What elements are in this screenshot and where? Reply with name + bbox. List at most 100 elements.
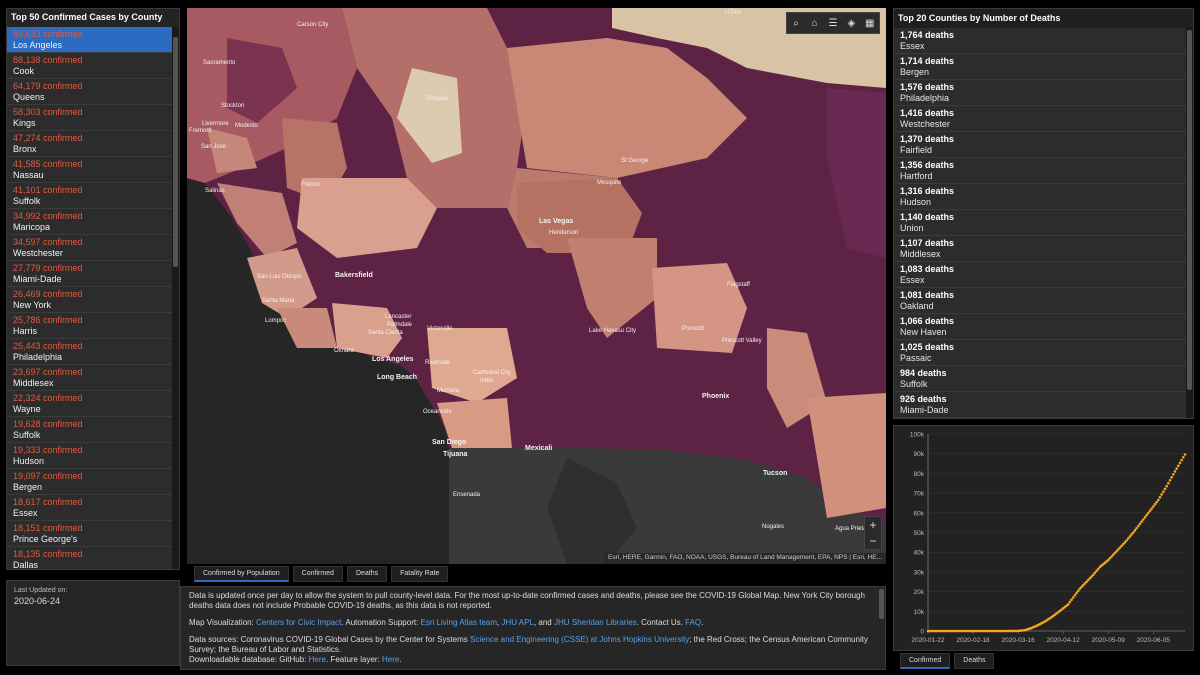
list-item[interactable]: 26,469 confirmed New York [7, 287, 172, 313]
scrollbar[interactable] [1186, 28, 1193, 418]
chart-tabs: Confirmed Deaths [900, 653, 995, 669]
living-atlas-link[interactable]: Esri Living Atlas team [421, 618, 497, 627]
map-label: Santa Clarita [368, 330, 403, 336]
list-item[interactable]: 926 deaths Miami-Dade [894, 392, 1186, 418]
scrollbar-thumb[interactable] [879, 589, 884, 619]
list-item[interactable]: 1,714 deaths Bergen [894, 54, 1186, 80]
list-item[interactable]: 89,633 confirmed Los Angeles [7, 27, 172, 53]
feature-layer-link[interactable]: Here [382, 655, 399, 664]
layers-icon[interactable]: ◈ [843, 18, 859, 29]
list-item[interactable]: 27,779 confirmed Miami-Dade [7, 261, 172, 287]
qr-icon[interactable]: ▦ [862, 18, 878, 29]
list-item[interactable]: 47,274 confirmed Bronx [7, 131, 172, 157]
list-item[interactable]: 19,333 confirmed Hudson [7, 443, 172, 469]
list-item[interactable]: 1,370 deaths Fairfield [894, 132, 1186, 158]
list-item[interactable]: 34,597 confirmed Westchester [7, 235, 172, 261]
github-link[interactable]: Here [309, 655, 326, 664]
panel-title: Top 50 Confirmed Cases by County [7, 9, 179, 27]
list-item[interactable]: 18,151 confirmed Prince George's [7, 521, 172, 547]
list-item[interactable]: 18,135 confirmed Dallas [7, 547, 172, 569]
home-icon[interactable]: ⌂ [807, 18, 823, 29]
list-item-count: 34,597 confirmed [13, 237, 83, 247]
list-item[interactable]: 64,179 confirmed Queens [7, 79, 172, 105]
info-paragraph: Data is updated once per day to allow th… [189, 591, 865, 610]
y-tick-label: 90k [914, 451, 925, 458]
list-item-count: 19,097 confirmed [13, 471, 83, 481]
list-item[interactable]: 1,416 deaths Westchester [894, 106, 1186, 132]
list-item[interactable]: 984 deaths Suffolk [894, 366, 1186, 392]
map-label: Flagstaff [727, 282, 750, 288]
list-item-count: 25,443 confirmed [13, 341, 83, 351]
list-item[interactable]: 1,066 deaths New Haven [894, 314, 1186, 340]
x-tick-label: 2020-05-09 [1092, 637, 1126, 644]
deaths-list[interactable]: 1,764 deaths Essex 1,714 deaths Bergen 1,576… [894, 28, 1186, 418]
list-item[interactable]: 58,303 confirmed Kings [7, 105, 172, 131]
list-item[interactable]: 1,764 deaths Essex [894, 28, 1186, 54]
tab-confirmed-by-population[interactable]: Confirmed by Population [194, 566, 289, 582]
list-item[interactable]: 1,316 deaths Hudson [894, 184, 1186, 210]
jhu-libraries-link[interactable]: JHU Sheridan Libraries [554, 618, 637, 627]
list-item-count: 22,324 confirmed [13, 393, 83, 403]
scrollbar-thumb[interactable] [1187, 30, 1192, 390]
map-label: Cathedral City [473, 370, 512, 376]
tab-confirmed[interactable]: Confirmed [292, 566, 343, 582]
list-item[interactable]: 1,083 deaths Essex [894, 262, 1186, 288]
list-item-county: Harris [13, 326, 37, 336]
confirmed-cases-list[interactable]: 89,633 confirmed Los Angeles 88,138 confir… [7, 27, 172, 569]
confirmed-cases-panel: Top 50 Confirmed Cases by County 89,633 … [6, 8, 180, 570]
x-tick-label: 2020-04-12 [1047, 637, 1081, 644]
panel-title: Top 20 Counties by Number of Deaths [898, 13, 1061, 23]
map-label: Palmdale [387, 322, 413, 328]
list-item[interactable]: 25,786 confirmed Harris [7, 313, 172, 339]
list-item[interactable]: 25,443 confirmed Philadelphia [7, 339, 172, 365]
list-icon[interactable]: ☰ [825, 18, 841, 29]
scrollbar[interactable] [172, 27, 179, 569]
cases-chart[interactable]: 0 10k 20k 30k 40k 50k 60k 70k 80k 90k 100k 2020-01-… [894, 426, 1195, 652]
list-item[interactable]: 41,101 confirmed Suffolk [7, 183, 172, 209]
centers-civic-impact-link[interactable]: Centers for Civic Impact [256, 618, 341, 627]
data-point [1170, 476, 1173, 479]
list-item[interactable]: 1,356 deaths Hartford [894, 158, 1186, 184]
zoom-out-button[interactable]: − [865, 533, 881, 549]
list-item-count: 1,025 deaths [900, 342, 955, 352]
data-point [1153, 503, 1157, 506]
jhu-apl-link[interactable]: JHU APL [501, 618, 533, 627]
list-item[interactable]: 1,576 deaths Philadelphia [894, 80, 1186, 106]
list-item[interactable]: 19,628 confirmed Suffolk [7, 417, 172, 443]
list-item[interactable]: 19,097 confirmed Bergen [7, 469, 172, 495]
list-item[interactable]: 88,138 confirmed Cook [7, 53, 172, 79]
scrollbar-thumb[interactable] [173, 37, 178, 267]
tab-chart-confirmed[interactable]: Confirmed [900, 653, 951, 669]
y-tick-label: 40k [914, 550, 925, 557]
info-sources: Data sources: Coronavirus COVID-19 Globa… [189, 635, 877, 665]
map-label: Oxnard [334, 348, 354, 354]
zoom-in-button[interactable]: + [865, 517, 881, 533]
choropleth-map[interactable] [187, 8, 886, 564]
tab-deaths[interactable]: Deaths [346, 566, 388, 582]
map-label: Tonopah [425, 96, 449, 102]
data-point [1138, 522, 1142, 526]
list-item[interactable]: 34,992 confirmed Maricopa [7, 209, 172, 235]
list-item[interactable]: 1,140 deaths Union [894, 210, 1186, 236]
list-item[interactable]: 22,324 confirmed Wayne [7, 391, 172, 417]
y-tick-label: 20k [914, 589, 925, 596]
search-icon[interactable]: ⌕ [788, 18, 804, 29]
data-point [1068, 600, 1072, 604]
list-item[interactable]: 1,107 deaths Middlesex [894, 236, 1186, 262]
list-item-county: Bronx [13, 144, 37, 154]
faq-link[interactable]: FAQ [685, 618, 701, 627]
list-item[interactable]: 1,081 deaths Oakland [894, 288, 1186, 314]
list-item[interactable]: 23,697 confirmed Middlesex [7, 365, 172, 391]
list-item-county: Queens [13, 92, 45, 102]
data-point [1156, 498, 1160, 502]
list-item[interactable]: 41,585 confirmed Nassau [7, 157, 172, 183]
tab-fatality-rate[interactable]: Fatality Rate [391, 566, 449, 582]
list-item[interactable]: 1,025 deaths Passaic [894, 340, 1186, 366]
csse-link[interactable]: Science and Engineering (CSSE) at Johns … [470, 635, 689, 644]
data-point [1141, 518, 1145, 521]
list-item-county: Suffolk [13, 196, 41, 206]
list-item-county: Middlesex [900, 249, 941, 259]
list-item[interactable]: 18,617 confirmed Essex [7, 495, 172, 521]
map-view[interactable]: Carson City UTAH Sacramento Stockton Liv… [187, 8, 886, 564]
tab-chart-deaths[interactable]: Deaths [954, 653, 995, 669]
